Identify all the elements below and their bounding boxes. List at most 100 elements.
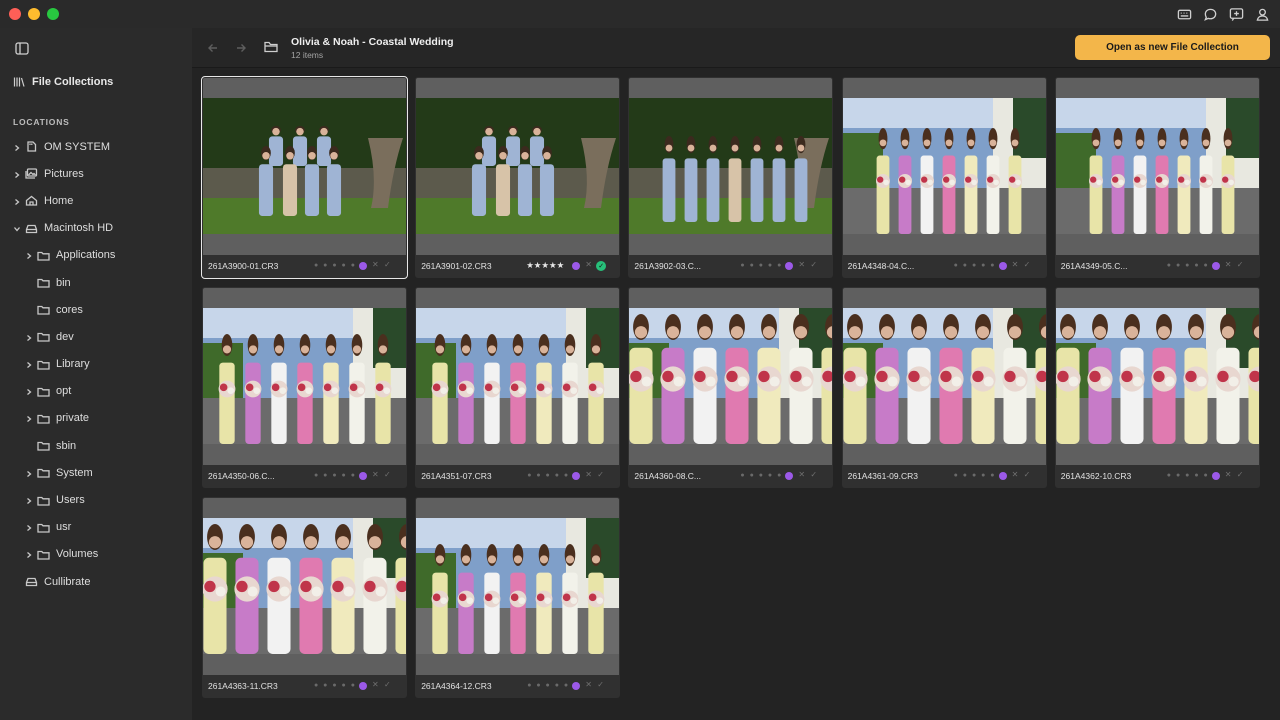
star-rating[interactable]: ● ● ● ● ● (527, 472, 569, 479)
photo-thumbnail[interactable] (1055, 308, 1259, 444)
chevron-right-icon[interactable] (25, 360, 33, 369)
chevron-right-icon[interactable] (25, 414, 33, 423)
sidebar-item-home[interactable]: Home (0, 187, 192, 214)
photo-thumbnail[interactable] (416, 98, 620, 234)
chevron-right-icon[interactable] (25, 333, 33, 341)
pick-check-icon[interactable]: ✓ (597, 470, 604, 479)
sidebar-item-usr[interactable]: usr (0, 514, 192, 541)
photo-thumbnail[interactable] (203, 98, 406, 234)
photo-card[interactable]: 261A4364-12.CR3 ● ● ● ● ● ✕ ✓ (415, 497, 621, 698)
star-rating[interactable]: ● ● ● ● ● (314, 682, 356, 689)
chat-icon[interactable] (1202, 6, 1218, 22)
star-rating[interactable]: ★★★★★ (526, 260, 564, 271)
reject-icon[interactable]: ✕ (585, 680, 592, 689)
pick-check-icon[interactable]: ✓ (810, 470, 817, 479)
color-label-dot[interactable] (998, 262, 1007, 270)
pick-check-icon[interactable]: ✓ (596, 261, 607, 271)
chevron-right-icon[interactable] (25, 550, 33, 559)
reject-icon[interactable]: ✕ (1225, 260, 1232, 269)
reject-icon[interactable]: ✕ (372, 260, 379, 269)
photo-card[interactable]: 261A4350-06.C... ● ● ● ● ● ✕ ✓ (202, 287, 407, 488)
color-label-dot[interactable] (1211, 262, 1220, 270)
pick-check-icon[interactable]: ✓ (384, 680, 391, 689)
sidebar-item-om-system[interactable]: OM SYSTEM (0, 133, 192, 160)
star-rating[interactable]: ● ● ● ● ● (1167, 472, 1209, 479)
sidebar-item-library[interactable]: Library (0, 351, 192, 378)
color-label-dot[interactable] (998, 472, 1007, 480)
sidebar-item-private[interactable]: private (0, 405, 192, 432)
sidebar-item-macintosh-hd[interactable]: Macintosh HD (0, 215, 192, 242)
photo-card[interactable]: 261A4360-08.C... ● ● ● ● ● ✕ ✓ (628, 287, 834, 488)
zoom-window-button[interactable] (47, 8, 59, 20)
photo-card[interactable]: 261A4351-07.CR3 ● ● ● ● ● ✕ ✓ (415, 287, 621, 488)
sidebar-item-pictures[interactable]: Pictures (0, 160, 192, 187)
pick-check-icon[interactable]: ✓ (1237, 470, 1244, 479)
star-rating[interactable]: ● ● ● ● ● (314, 262, 356, 269)
color-label-dot[interactable] (572, 682, 581, 690)
reject-icon[interactable]: ✕ (372, 680, 379, 689)
photo-card[interactable]: 261A4361-09.CR3 ● ● ● ● ● ✕ ✓ (841, 287, 1047, 488)
reject-icon[interactable]: ✕ (798, 260, 805, 269)
photo-card[interactable]: 261A4362-10.CR3 ● ● ● ● ● ✕ ✓ (1054, 287, 1260, 488)
photo-card[interactable]: 261A3901-02.CR3 ★★★★★ ✕ ✓ (415, 77, 621, 278)
chevron-right-icon[interactable] (13, 143, 21, 151)
photo-thumbnail[interactable] (416, 308, 620, 444)
photo-thumbnail[interactable] (203, 308, 406, 444)
color-label-dot[interactable] (1211, 472, 1220, 480)
sidebar-item-system[interactable]: System (0, 459, 192, 486)
photo-card[interactable]: 261A4349-05.C... ● ● ● ● ● ✕ ✓ (1054, 77, 1260, 278)
sidebar-item-opt[interactable]: opt (0, 378, 192, 405)
photo-thumbnail[interactable] (842, 308, 1046, 444)
sidebar-item-applications[interactable]: Applications (0, 242, 192, 269)
star-rating[interactable]: ● ● ● ● ● (954, 262, 996, 269)
open-as-collection-button[interactable]: Open as new File Collection (1075, 35, 1270, 60)
star-rating[interactable]: ● ● ● ● ● (527, 682, 569, 689)
chevron-right-icon[interactable] (25, 523, 33, 532)
pick-check-icon[interactable]: ✓ (810, 260, 817, 269)
sidebar-item-sbin[interactable]: sbin (0, 432, 192, 459)
sidebar-toggle-icon[interactable] (15, 42, 29, 55)
chevron-right-icon[interactable] (25, 251, 33, 260)
chevron-right-icon[interactable] (13, 170, 21, 178)
close-window-button[interactable] (9, 8, 21, 20)
pick-check-icon[interactable]: ✓ (384, 260, 391, 269)
sidebar-item-dev[interactable]: dev (0, 323, 192, 350)
color-label-dot[interactable] (572, 262, 581, 270)
photo-card[interactable]: 261A3900-01.CR3 ● ● ● ● ● ✕ ✓ (201, 76, 408, 279)
reject-icon[interactable]: ✕ (798, 470, 805, 479)
color-label-dot[interactable] (785, 262, 794, 270)
chevron-right-icon[interactable] (25, 387, 33, 396)
reject-icon[interactable]: ✕ (585, 470, 592, 479)
photo-thumbnail[interactable] (203, 518, 406, 654)
star-rating[interactable]: ● ● ● ● ● (314, 472, 356, 479)
photo-thumbnail[interactable] (842, 98, 1046, 234)
color-label-dot[interactable] (359, 262, 367, 270)
photo-card[interactable]: 261A3902-03.C... ● ● ● ● ● ✕ ✓ (628, 77, 834, 278)
pick-check-icon[interactable]: ✓ (1024, 470, 1031, 479)
pick-check-icon[interactable]: ✓ (1024, 260, 1031, 269)
sidebar-item-cores[interactable]: cores (0, 296, 192, 323)
keyboard-icon[interactable] (1176, 6, 1192, 22)
file-collections-link[interactable]: File Collections (13, 76, 113, 88)
sidebar-item-users[interactable]: Users (0, 486, 192, 513)
sidebar-item-bin[interactable]: bin (0, 269, 192, 296)
user-icon[interactable] (1254, 6, 1270, 22)
photo-thumbnail[interactable] (416, 518, 620, 654)
sidebar-item-volumes[interactable]: Volumes (0, 541, 192, 568)
sidebar-item-cullibrate[interactable]: Cullibrate (0, 568, 192, 595)
photo-thumbnail[interactable] (1055, 98, 1259, 234)
chevron-right-icon[interactable] (13, 197, 21, 205)
pick-check-icon[interactable]: ✓ (597, 680, 604, 689)
reject-icon[interactable]: ✕ (1225, 470, 1232, 479)
reject-icon[interactable]: ✕ (1012, 470, 1019, 479)
star-rating[interactable]: ● ● ● ● ● (740, 262, 782, 269)
reject-icon[interactable]: ✕ (1012, 260, 1019, 269)
back-arrow-icon[interactable] (207, 41, 219, 53)
color-label-dot[interactable] (359, 682, 367, 690)
reject-icon[interactable]: ✕ (585, 260, 592, 269)
reject-icon[interactable]: ✕ (372, 470, 379, 479)
forward-arrow-icon[interactable] (235, 41, 247, 53)
star-rating[interactable]: ● ● ● ● ● (1167, 262, 1209, 269)
star-rating[interactable]: ● ● ● ● ● (740, 472, 782, 479)
pick-check-icon[interactable]: ✓ (1237, 260, 1244, 269)
